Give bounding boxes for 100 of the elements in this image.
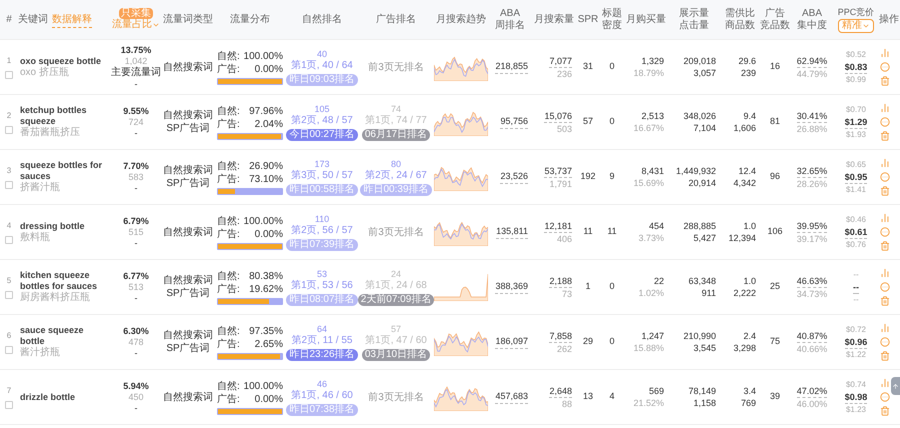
share-percent: 9.55% — [123, 106, 149, 116]
search-volume: 2,188 — [549, 274, 572, 288]
data-explain-link[interactable]: 数据解释 — [52, 12, 92, 28]
chart-icon[interactable] — [880, 48, 890, 58]
rank-page: 第1页, 40 / 64 — [291, 60, 353, 72]
rank-number: 74 — [390, 103, 401, 115]
supply-ratio: 2.4 — [743, 330, 756, 342]
row-checkbox[interactable] — [5, 236, 13, 244]
rank-time-badge: 昨日07:39排名 — [286, 239, 358, 251]
column-header: 商品数 — [725, 20, 755, 32]
ad-share: 0.00% — [254, 62, 283, 76]
share-dash: - — [134, 238, 138, 248]
product-count: 1,606 — [733, 122, 756, 134]
product-count: 12,394 — [728, 232, 756, 244]
share-dash: - — [134, 182, 138, 194]
purchase-rate: 15.69% — [633, 177, 664, 189]
ad-product-count: 96 — [770, 170, 780, 184]
delete-icon[interactable] — [880, 131, 890, 141]
chart-icon[interactable] — [880, 268, 890, 278]
column-header: 标题 — [602, 8, 622, 20]
column-header: ABA — [500, 8, 520, 20]
row-number: 6 — [6, 330, 12, 342]
chart-icon[interactable] — [880, 378, 890, 388]
supply-ratio: 29.6 — [738, 55, 756, 67]
more-icon[interactable] — [880, 172, 890, 182]
search-volume-sub: 406 — [556, 232, 572, 244]
rank-number: 173 — [314, 158, 330, 170]
aba-concentration-sub: 34.73% — [796, 288, 828, 300]
rank-number: 40 — [316, 48, 327, 60]
delete-icon[interactable] — [880, 76, 890, 86]
title-density: 0 — [609, 115, 614, 128]
more-icon[interactable] — [880, 227, 890, 237]
delete-icon[interactable] — [880, 406, 890, 416]
ad-share: 73.10% — [249, 172, 283, 186]
clicks: 1,158 — [693, 397, 716, 409]
natural-label: 自然: — [217, 104, 240, 118]
traffic-tag: 主要流量词 — [111, 66, 161, 78]
more-icon[interactable] — [880, 117, 890, 127]
supply-ratio: 1.0 — [743, 220, 756, 232]
rank-time-badge: 03月10日排名 — [362, 349, 430, 361]
share-percent: 13.75% — [120, 44, 152, 56]
delete-icon[interactable] — [880, 351, 890, 361]
share-dash: - — [134, 78, 138, 90]
ppc-bid: $1.29 — [844, 116, 868, 128]
search-volume-sub: 503 — [556, 122, 572, 134]
row-checkbox[interactable] — [5, 291, 13, 299]
row-checkbox[interactable] — [5, 346, 13, 354]
sort-icon — [152, 21, 160, 29]
product-count: 3,298 — [733, 342, 756, 354]
keyword-type: 自然搜索词 — [163, 164, 213, 177]
spr-value: 57 — [582, 115, 593, 128]
sort-column-header[interactable]: 流量占比 — [112, 19, 160, 31]
rank-number: 57 — [390, 323, 401, 335]
chart-icon[interactable] — [880, 323, 890, 333]
ad-product-count: 25 — [770, 280, 780, 294]
column-header: 自然排名 — [302, 14, 342, 26]
ppc-low: $0.65 — [846, 158, 866, 170]
impressions: 288,885 — [683, 220, 716, 232]
search-volume-sub: 88 — [562, 398, 572, 410]
ad-product-count: 81 — [770, 115, 780, 128]
column-header: 展示量 — [679, 8, 709, 20]
scroll-top-button[interactable] — [891, 377, 900, 395]
rank-time-badge: 昨日07:38排名 — [286, 404, 358, 416]
share-count: 724 — [128, 116, 144, 128]
chart-icon[interactable] — [880, 103, 890, 113]
more-icon[interactable] — [880, 392, 890, 402]
row-number: 2 — [6, 110, 12, 122]
monthly-purchases: 1,247 — [641, 330, 664, 342]
keyword-type: SP广告词 — [166, 287, 210, 300]
search-volume: 2,648 — [549, 384, 572, 398]
spr-value: 11 — [583, 225, 593, 238]
chart-icon[interactable] — [880, 213, 890, 223]
ad-label: 广告: — [217, 282, 240, 296]
delete-icon[interactable] — [880, 241, 890, 251]
delete-icon[interactable] — [880, 186, 890, 196]
row-checkbox[interactable] — [5, 71, 13, 79]
keyword-type: 自然搜索词 — [163, 109, 213, 122]
row-checkbox[interactable] — [5, 401, 13, 409]
aba-concentration-sub: 46.00% — [796, 398, 828, 410]
match-type-dropdown[interactable]: 精准 — [838, 18, 874, 32]
rank-time-badge: 今日00:27排名 — [286, 129, 358, 141]
delete-icon[interactable] — [880, 296, 890, 306]
more-icon[interactable] — [880, 337, 890, 347]
keyword-type: SP广告词 — [166, 122, 210, 135]
ppc-low: $0.72 — [846, 324, 866, 336]
ppc-high: $1.23 — [846, 404, 866, 416]
keyword-translation: 酱汁挤瓶 — [20, 347, 61, 359]
ppc-low: $0.70 — [846, 104, 866, 116]
row-checkbox[interactable] — [5, 181, 13, 189]
more-icon[interactable] — [880, 282, 890, 292]
spr-value: 1 — [585, 280, 590, 294]
row-checkbox[interactable] — [5, 126, 13, 134]
rank-page: 第3页, 50 / 57 — [291, 170, 353, 182]
purchase-rate: 18.79% — [633, 67, 664, 79]
impressions: 209,018 — [683, 55, 716, 67]
ppc-high: $0.76 — [846, 238, 866, 250]
column-header: PPC竞价 — [838, 6, 874, 16]
chart-icon[interactable] — [880, 158, 890, 168]
aba-rank: 186,097 — [495, 334, 528, 350]
more-icon[interactable] — [880, 62, 890, 72]
